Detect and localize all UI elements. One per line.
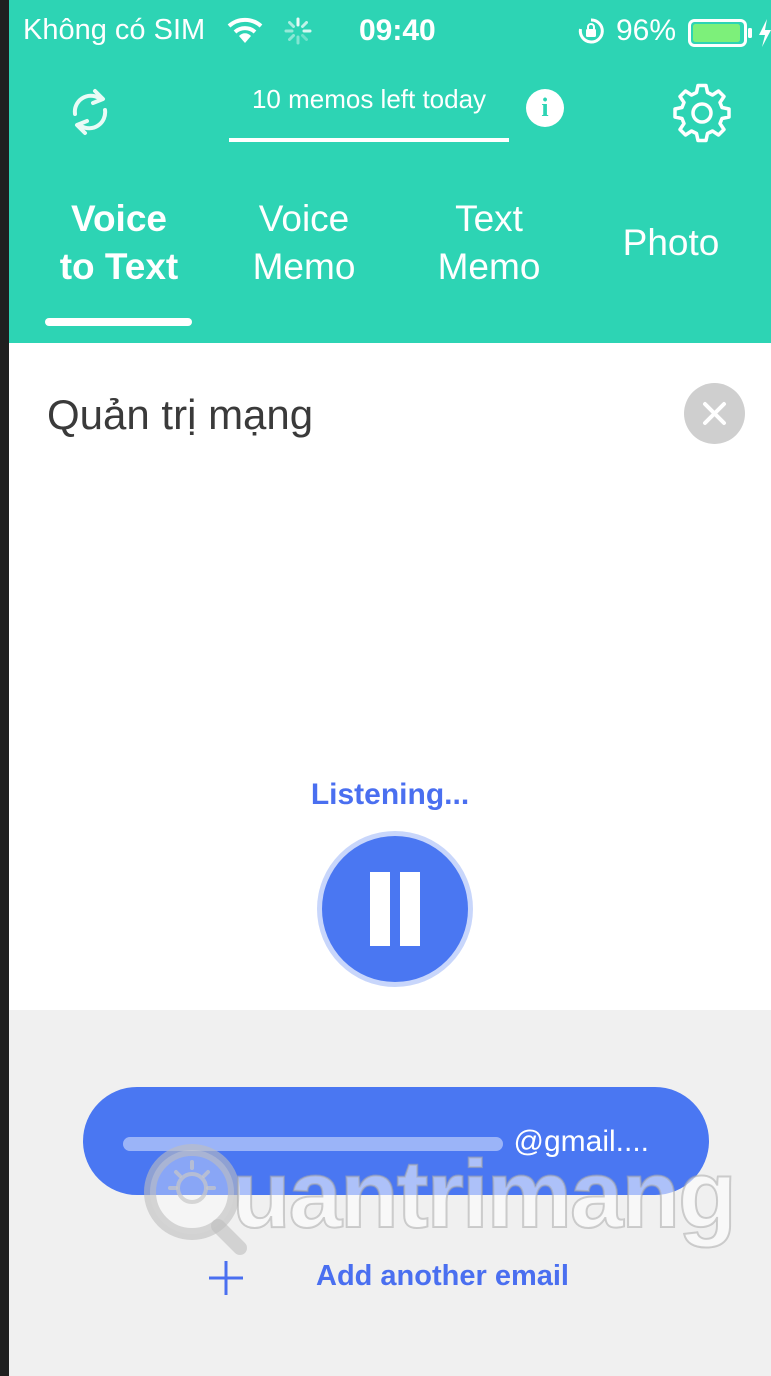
add-another-email-link[interactable]: Add another email	[316, 1260, 569, 1293]
tab-text-memo-line1: Text	[455, 198, 523, 239]
tab-voice-to-text[interactable]: Voice to Text	[49, 195, 189, 291]
device-frame-edge	[0, 0, 9, 1376]
carrier-label: Không có SIM	[23, 14, 206, 46]
plus-icon[interactable]	[206, 1258, 246, 1298]
memos-remaining: 10 memos left today	[229, 84, 509, 142]
tab-voice-memo-line1: Voice	[258, 198, 350, 239]
clear-button[interactable]	[684, 383, 745, 444]
status-bar: Không có SIM 09:40 96%	[9, 0, 771, 66]
tab-text-memo[interactable]: Text Memo	[419, 195, 559, 291]
pause-bar-right	[400, 872, 420, 946]
memo-area: Quản trị mạng Listening...	[9, 343, 771, 1010]
blurred-email-username	[123, 1137, 503, 1151]
status-time: 09:40	[359, 14, 436, 47]
activity-spinner-icon	[284, 17, 312, 45]
app-header: Không có SIM 09:40 96% 10 memos left tod…	[9, 0, 771, 343]
listening-status: Listening...	[310, 778, 470, 811]
email-section: @gmail.... Add another email	[9, 1010, 771, 1376]
sync-icon[interactable]	[65, 84, 115, 140]
tab-voice-memo[interactable]: Voice Memo	[234, 195, 374, 291]
tab-voice-to-text-line1: Voice	[71, 198, 167, 239]
memo-text-field[interactable]: Quản trị mạng	[47, 391, 313, 439]
memos-remaining-label: 10 memos left today	[251, 84, 487, 114]
email-address: @gmail....	[513, 1125, 649, 1158]
rotation-lock-icon	[578, 18, 604, 44]
tab-voice-memo-line2: Memo	[252, 246, 356, 287]
battery-icon	[688, 19, 752, 47]
tab-photo[interactable]: Photo	[601, 219, 741, 267]
email-button[interactable]: @gmail....	[83, 1087, 709, 1195]
tab-voice-to-text-line2: to Text	[59, 246, 179, 287]
charging-bolt-icon	[759, 19, 771, 47]
pause-icon	[322, 836, 468, 982]
tab-text-memo-line2: Memo	[437, 246, 541, 287]
battery-percent: 96%	[616, 14, 677, 47]
pause-bar-left	[370, 872, 390, 946]
close-icon	[703, 402, 726, 425]
wifi-icon	[227, 17, 263, 43]
gear-icon[interactable]	[671, 82, 733, 144]
info-icon[interactable]: i	[526, 89, 564, 127]
active-tab-indicator	[45, 318, 192, 326]
pause-button[interactable]	[317, 831, 473, 987]
tab-photo-line1: Photo	[622, 222, 720, 263]
